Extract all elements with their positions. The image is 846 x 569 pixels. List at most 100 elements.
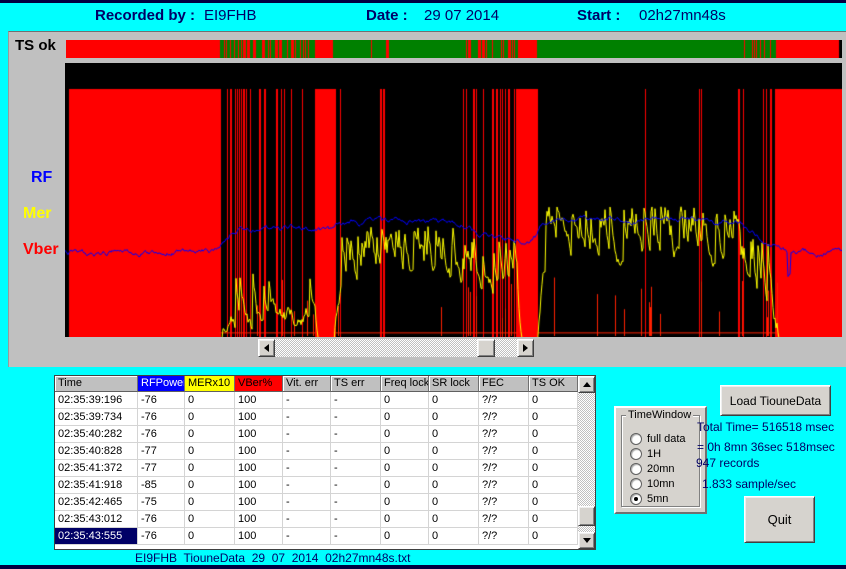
table-cell[interactable]: - xyxy=(283,460,331,477)
scroll-down-button[interactable] xyxy=(578,532,595,549)
table-cell[interactable]: 0 xyxy=(529,426,578,443)
table-cell[interactable]: - xyxy=(331,409,381,426)
table-cell[interactable]: 0 xyxy=(429,443,479,460)
table-cell[interactable]: 0 xyxy=(381,494,429,511)
table-cell[interactable]: 100 xyxy=(235,494,283,511)
vertical-scroll-thumb[interactable] xyxy=(578,506,595,526)
table-cell[interactable]: -76 xyxy=(138,409,185,426)
table-cell[interactable]: 0 xyxy=(529,511,578,528)
table-cell[interactable]: -76 xyxy=(138,511,185,528)
table-cell[interactable]: 100 xyxy=(235,460,283,477)
table-cell[interactable]: - xyxy=(283,477,331,494)
table-cell[interactable]: 100 xyxy=(235,477,283,494)
table-cell[interactable]: 0 xyxy=(429,477,479,494)
table-cell[interactable]: 02:35:39:196 xyxy=(55,392,138,409)
table-cell[interactable]: 0 xyxy=(185,528,235,545)
radio-button-icon[interactable] xyxy=(630,433,642,445)
table-cell[interactable]: 0 xyxy=(429,494,479,511)
table-cell[interactable]: 0 xyxy=(429,528,479,545)
table-cell[interactable]: - xyxy=(331,443,381,460)
table-cell[interactable]: - xyxy=(283,409,331,426)
table-cell[interactable]: 0 xyxy=(381,477,429,494)
table-cell[interactable]: ?/? xyxy=(479,460,529,477)
table-cell[interactable]: 02:35:41:372 xyxy=(55,460,138,477)
table-cell[interactable]: 0 xyxy=(429,511,479,528)
table-cell[interactable]: - xyxy=(331,460,381,477)
table-cell[interactable]: 0 xyxy=(429,426,479,443)
table-cell[interactable]: 0 xyxy=(529,392,578,409)
table-cell[interactable]: 0 xyxy=(529,460,578,477)
table-cell[interactable]: 0 xyxy=(381,460,429,477)
table-cell[interactable]: 02:35:43:012 xyxy=(55,511,138,528)
radio-button-icon[interactable] xyxy=(630,463,642,475)
scroll-up-button[interactable] xyxy=(578,376,595,393)
horizontal-scroll-thumb[interactable] xyxy=(477,339,495,357)
table-cell[interactable]: ?/? xyxy=(479,443,529,460)
scroll-left-button[interactable] xyxy=(258,339,275,357)
table-cell[interactable]: 0 xyxy=(381,443,429,460)
table-cell[interactable]: 0 xyxy=(185,460,235,477)
table-cell[interactable]: -75 xyxy=(138,494,185,511)
table-cell[interactable]: 0 xyxy=(381,528,429,545)
radio-option-20mn[interactable]: 20mn xyxy=(630,462,675,475)
table-cell[interactable]: 0 xyxy=(185,409,235,426)
table-cell[interactable]: -76 xyxy=(138,528,185,545)
table-cell[interactable]: 0 xyxy=(429,392,479,409)
radio-option-full-data[interactable]: full data xyxy=(630,432,686,445)
radio-option-5mn[interactable]: 5mn xyxy=(630,492,668,505)
table-cell[interactable]: - xyxy=(283,494,331,511)
radio-button-icon[interactable] xyxy=(630,493,642,505)
table-cell[interactable]: - xyxy=(283,426,331,443)
table-cell[interactable]: ?/? xyxy=(479,477,529,494)
table-cell[interactable]: 100 xyxy=(235,528,283,545)
table-cell[interactable]: 100 xyxy=(235,511,283,528)
table-cell[interactable]: 0 xyxy=(381,511,429,528)
radio-button-icon[interactable] xyxy=(630,478,642,490)
table-cell[interactable]: 02:35:41:918 xyxy=(55,477,138,494)
table-cell[interactable]: - xyxy=(331,426,381,443)
table-cell[interactable]: 100 xyxy=(235,409,283,426)
table-cell[interactable]: -76 xyxy=(138,426,185,443)
table-cell[interactable]: 0 xyxy=(185,426,235,443)
table-cell[interactable]: 100 xyxy=(235,392,283,409)
table-cell[interactable]: 0 xyxy=(529,443,578,460)
table-cell[interactable]: 0 xyxy=(529,477,578,494)
table-cell[interactable]: 0 xyxy=(529,409,578,426)
table-cell[interactable]: - xyxy=(331,392,381,409)
table-cell[interactable]: 0 xyxy=(185,494,235,511)
radio-option-1H[interactable]: 1H xyxy=(630,447,661,460)
table-cell[interactable]: 02:35:40:282 xyxy=(55,426,138,443)
table-cell[interactable]: 100 xyxy=(235,443,283,460)
table-cell[interactable]: 02:35:42:465 xyxy=(55,494,138,511)
table-cell[interactable]: 0 xyxy=(381,409,429,426)
table-cell[interactable]: - xyxy=(331,511,381,528)
radio-button-icon[interactable] xyxy=(630,448,642,460)
table-cell[interactable]: - xyxy=(331,494,381,511)
table-cell[interactable]: 0 xyxy=(185,443,235,460)
table-cell[interactable]: 0 xyxy=(185,392,235,409)
table-cell[interactable]: - xyxy=(331,528,381,545)
table-cell[interactable]: 0 xyxy=(381,392,429,409)
table-cell[interactable]: 0 xyxy=(429,460,479,477)
table-cell[interactable]: 0 xyxy=(381,426,429,443)
table-cell[interactable]: ?/? xyxy=(479,511,529,528)
table-cell[interactable]: 02:35:40:828 xyxy=(55,443,138,460)
table-cell[interactable]: 0 xyxy=(429,409,479,426)
table-cell[interactable]: 0 xyxy=(529,494,578,511)
table-cell[interactable]: ?/? xyxy=(479,426,529,443)
table-cell[interactable]: ?/? xyxy=(479,494,529,511)
scroll-right-button[interactable] xyxy=(517,339,534,357)
table-cell[interactable]: -76 xyxy=(138,392,185,409)
table-cell[interactable]: 0 xyxy=(529,528,578,545)
table-cell[interactable]: 0 xyxy=(185,511,235,528)
table-cell[interactable]: -77 xyxy=(138,460,185,477)
table-cell[interactable]: - xyxy=(283,528,331,545)
table-vertical-scrollbar[interactable] xyxy=(578,376,595,549)
table-cell[interactable]: 100 xyxy=(235,426,283,443)
table-cell[interactable]: ?/? xyxy=(479,409,529,426)
table-cell[interactable]: - xyxy=(283,511,331,528)
table-cell[interactable]: 02:35:39:734 xyxy=(55,409,138,426)
quit-button[interactable]: Quit xyxy=(744,496,815,543)
table-cell[interactable]: 02:35:43:555 xyxy=(55,528,138,545)
table-cell[interactable]: -85 xyxy=(138,477,185,494)
